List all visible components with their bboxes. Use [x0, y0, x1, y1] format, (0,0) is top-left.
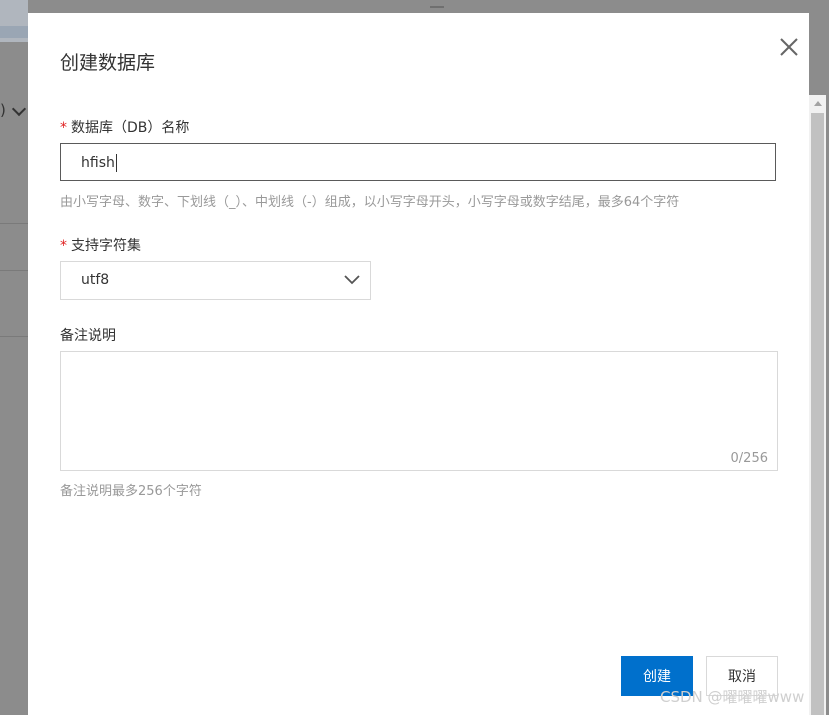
charset-label: * 支持字符集	[60, 235, 141, 255]
background-chevron-down-icon	[11, 101, 27, 117]
watermark: CSDN @曜曜曜www	[660, 688, 805, 706]
background-divider	[0, 336, 28, 337]
remark-hint: 备注说明最多256个字符	[60, 484, 202, 499]
charset-selected-value: utf8	[81, 272, 110, 288]
background-divider	[0, 223, 28, 224]
required-mark: *	[60, 120, 67, 136]
chevron-down-icon	[344, 275, 360, 285]
charset-select[interactable]: utf8	[60, 261, 371, 300]
db-name-label: * 数据库（DB）名称	[60, 117, 189, 137]
background-app-text: )	[0, 101, 6, 119]
charset-label-text: 支持字符集	[71, 238, 141, 254]
create-database-dialog: 创建数据库 * 数据库（DB）名称 hfish 由小写字母、数字、下划线（_）、中…	[28, 13, 809, 715]
remark-char-counter: 0/256	[730, 451, 768, 466]
close-icon[interactable]	[779, 37, 799, 57]
background-search-icon	[430, 0, 444, 8]
db-name-label-text: 数据库（DB）名称	[71, 120, 190, 136]
remark-textarea[interactable]: 0/256	[60, 351, 778, 471]
background-app-tab	[0, 26, 28, 38]
text-cursor	[115, 154, 117, 172]
db-name-input[interactable]: hfish	[60, 143, 776, 181]
scroll-up-arrow-icon[interactable]	[812, 97, 824, 111]
remark-label: 备注说明	[60, 328, 116, 344]
scrollbar-thumb[interactable]	[811, 113, 824, 715]
background-divider	[0, 270, 28, 271]
db-name-value: hfish	[81, 155, 115, 171]
db-name-hint: 由小写字母、数字、下划线（_）、中划线（-）组成，以小写字母开头，小写字母或数字…	[60, 195, 680, 210]
required-mark: *	[60, 238, 67, 254]
dialog-title: 创建数据库	[60, 52, 156, 74]
